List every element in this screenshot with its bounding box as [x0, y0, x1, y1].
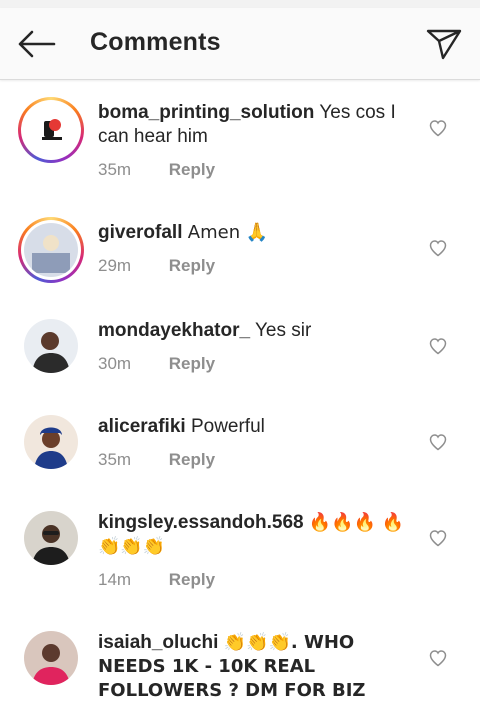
- comment-time: 35m: [98, 160, 132, 179]
- heart-icon[interactable]: [428, 118, 448, 138]
- comment-username[interactable]: giverofall: [98, 222, 182, 243]
- comment-text: giverofall Amen 🙏: [98, 221, 416, 245]
- comment-time: 29m: [98, 256, 132, 275]
- avatar: [24, 103, 78, 157]
- comment-meta: 29m Reply: [98, 256, 215, 276]
- direct-share-button[interactable]: [424, 24, 464, 64]
- reply-button[interactable]: Reply: [169, 354, 215, 373]
- comment-body: Powerful: [190, 416, 265, 437]
- avatar[interactable]: [24, 319, 78, 373]
- avatar-story-ring[interactable]: [18, 217, 84, 283]
- back-arrow-icon: [18, 30, 56, 58]
- avatar-image: [24, 319, 78, 373]
- comment-time: 35m: [98, 450, 132, 469]
- comment-body: Yes sir: [254, 320, 312, 341]
- comment-meta: 35m Reply: [98, 450, 215, 470]
- comment-username[interactable]: mondayekhator_: [98, 320, 250, 341]
- heart-icon[interactable]: [428, 528, 448, 548]
- reply-button[interactable]: Reply: [169, 450, 215, 469]
- heart-icon[interactable]: [428, 336, 448, 356]
- paper-plane-icon: [426, 29, 462, 60]
- comment-text: isaiah_oluchi 👏👏👏. WHO NEEDS 1K - 10K RE…: [98, 631, 416, 703]
- avatar[interactable]: [24, 511, 78, 565]
- comment-time: 30m: [98, 354, 132, 373]
- avatar-image: [24, 511, 78, 565]
- comment-time: 14m: [98, 570, 132, 589]
- reply-button[interactable]: Reply: [169, 160, 215, 179]
- avatar-story-ring[interactable]: [18, 97, 84, 163]
- page-title: Comments: [90, 28, 221, 56]
- avatar-image: [24, 415, 78, 469]
- comment-text: boma_printing_solution Yes cos I can hea…: [98, 101, 416, 149]
- heart-icon[interactable]: [428, 432, 448, 452]
- avatar[interactable]: [24, 631, 78, 685]
- comment-username[interactable]: boma_printing_solution: [98, 102, 314, 123]
- header: Comments: [0, 8, 480, 80]
- comment-username[interactable]: alicerafiki: [98, 416, 186, 437]
- comment-text: alicerafiki Powerful: [98, 415, 416, 439]
- comment-text: kingsley.essandoh.568 🔥🔥🔥 🔥👏👏👏: [98, 511, 416, 559]
- avatar[interactable]: [24, 415, 78, 469]
- comment-username[interactable]: kingsley.essandoh.568: [98, 512, 304, 533]
- comment-meta: 35m Reply: [98, 160, 215, 180]
- heart-icon[interactable]: [428, 238, 448, 258]
- avatar: [24, 223, 78, 277]
- comment-text: mondayekhator_ Yes sir: [98, 319, 416, 343]
- status-bar: [0, 0, 480, 8]
- avatar-image: [24, 631, 78, 685]
- comment-username[interactable]: isaiah_oluchi: [98, 632, 218, 653]
- reply-button[interactable]: Reply: [169, 570, 215, 589]
- comment-meta: 14m Reply: [98, 570, 215, 590]
- heart-icon[interactable]: [428, 648, 448, 668]
- avatar-image: [24, 223, 78, 277]
- comment-body: Amen 🙏: [187, 222, 269, 243]
- reply-button[interactable]: Reply: [169, 256, 215, 275]
- comments-list: boma_printing_solution Yes cos I can hea…: [0, 80, 480, 717]
- avatar-image: [24, 103, 78, 157]
- comment-meta: 30m Reply: [98, 354, 215, 374]
- back-button[interactable]: [14, 26, 58, 62]
